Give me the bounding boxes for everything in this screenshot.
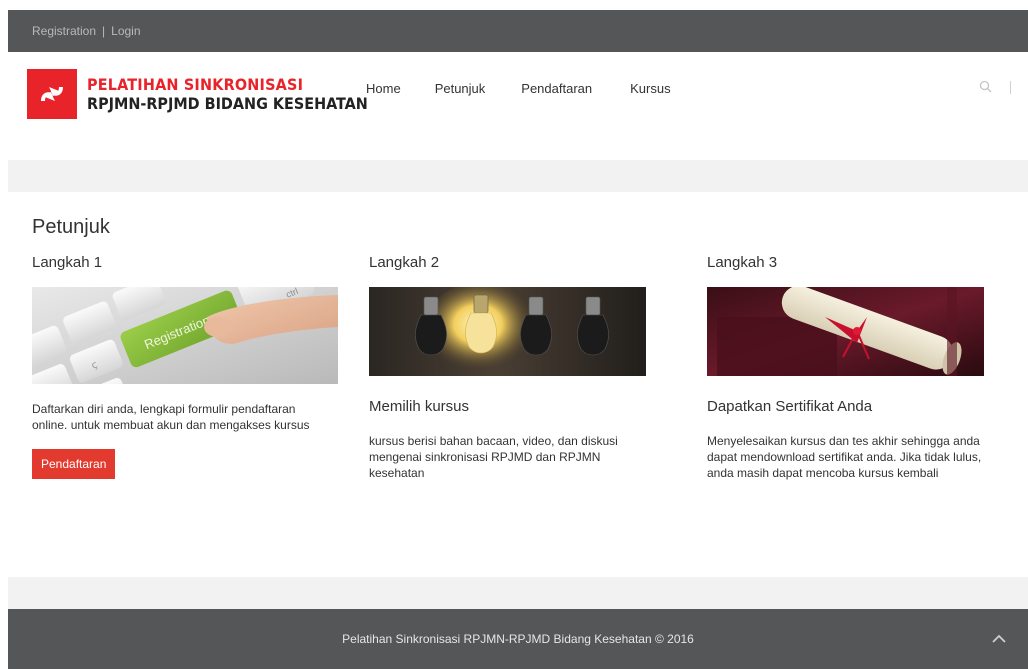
header-tools (979, 80, 1012, 94)
pendaftaran-button[interactable]: Pendaftaran (32, 449, 116, 479)
page-title: Petunjuk (32, 216, 110, 238)
top-bar: Registration | Login (8, 10, 1028, 52)
logo-text: PELATIHAN SINKRONISASI RPJMN-RPJMD BIDAN… (87, 75, 368, 113)
main-content: Petunjuk Langkah 1 ç Registration ctrl D… (8, 192, 1028, 577)
search-icon[interactable] (979, 80, 993, 94)
site-logo[interactable]: PELATIHAN SINKRONISASI RPJMN-RPJMD BIDAN… (27, 69, 368, 119)
step-card: Langkah 3 Dapatkan Sertifikat Anda Menye… (707, 254, 1017, 481)
site-header: PELATIHAN SINKRONISASI RPJMN-RPJMD BIDAN… (8, 52, 1028, 160)
nav-item-kursus[interactable]: Kursus (630, 81, 670, 96)
site-footer: Pelatihan Sinkronisasi RPJMN-RPJMD Bidan… (8, 609, 1028, 669)
login-link[interactable]: Login (111, 24, 140, 38)
step-description: Menyelesaikan kursus dan tes akhir sehin… (707, 434, 982, 480)
nav-item-pendaftaran[interactable]: Pendaftaran (521, 81, 592, 96)
step-label: Langkah 1 (32, 254, 103, 271)
footer-divider-band (8, 577, 1028, 609)
topbar-separator: | (102, 24, 106, 38)
chevron-up-icon[interactable] (992, 633, 1006, 643)
step-card: Langkah 2 Memilih kursus kursus berisi b… (369, 254, 679, 481)
light-bulbs-image (369, 287, 646, 376)
step-heading: Memilih kursus (369, 398, 470, 415)
more-vertical-icon[interactable] (1009, 80, 1012, 94)
step-label: Langkah 3 (707, 254, 778, 271)
step-heading: Dapatkan Sertifikat Anda (707, 398, 873, 415)
header-divider-band (8, 160, 1028, 192)
logo-title-line1: PELATIHAN SINKRONISASI (87, 75, 304, 94)
nav-item-petunjuk[interactable]: Petunjuk (435, 81, 486, 96)
registration-link[interactable]: Registration (32, 24, 96, 38)
main-nav: Home Petunjuk Pendaftaran Kursus (366, 81, 709, 96)
step-description: kursus berisi bahan bacaan, video, dan d… (369, 434, 618, 480)
step-label: Langkah 2 (369, 254, 440, 271)
logo-mark-icon (27, 69, 77, 119)
keyboard-registration-image: ç Registration ctrl (32, 287, 338, 384)
logo-title-line2: RPJMN-RPJMD BIDANG KESEHATAN (87, 94, 368, 113)
step-card: Langkah 1 ç Registration ctrl Daftarkan … (32, 254, 342, 479)
step-description: Daftarkan diri anda, lengkapi formulir p… (32, 402, 310, 432)
nav-item-home[interactable]: Home (366, 81, 401, 96)
diploma-scroll-image (707, 287, 984, 376)
footer-copyright: Pelatihan Sinkronisasi RPJMN-RPJMD Bidan… (342, 632, 694, 646)
